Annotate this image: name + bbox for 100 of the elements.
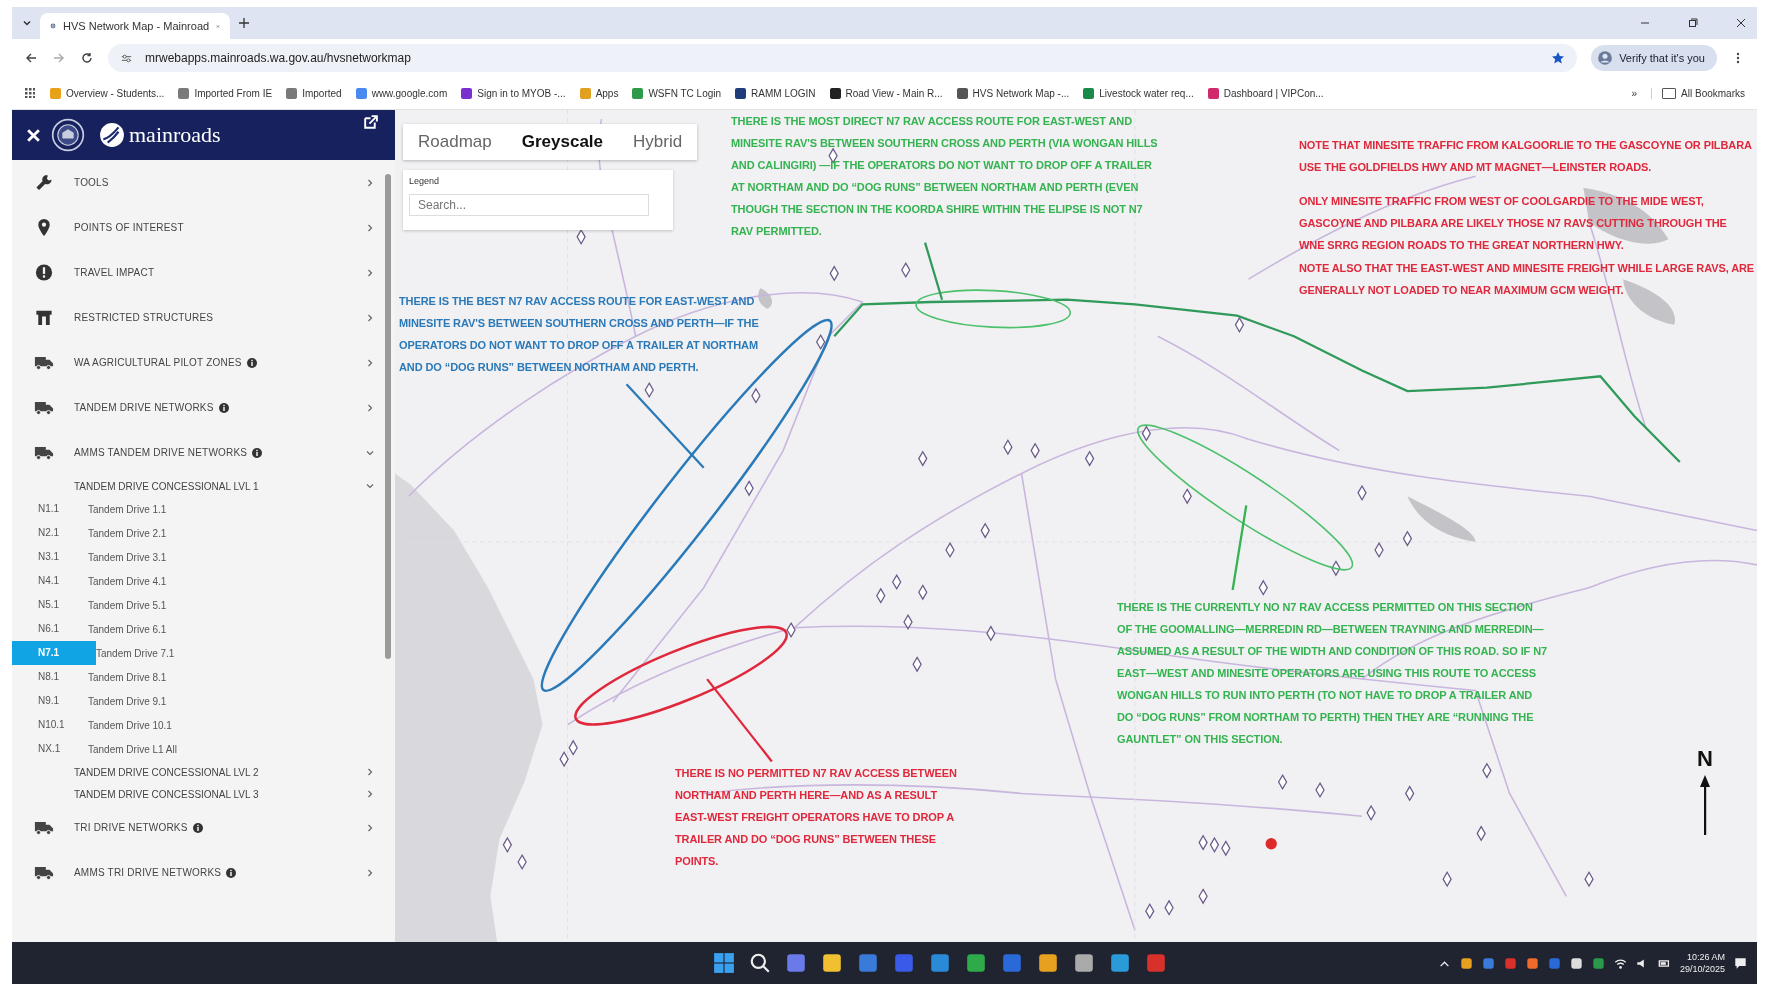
avatar-icon (1597, 50, 1614, 66)
menu-item[interactable]: WA AGRICULTURAL PILOT ZONES (12, 340, 381, 385)
external-link-icon[interactable] (362, 114, 379, 131)
layer-code[interactable]: N3.1 (12, 545, 72, 569)
bookmark-link[interactable]: Dashboard | VIPCon... (1207, 87, 1324, 99)
app-icon[interactable] (1109, 952, 1131, 974)
map-type-tab[interactable]: Hybrid (618, 124, 698, 160)
submenu-item[interactable]: TANDEM DRIVE CONCESSIONAL LVL 1 (12, 475, 381, 497)
alert-icon (34, 263, 54, 282)
caret-icon[interactable] (22, 18, 32, 28)
search-field[interactable]: Search... (409, 194, 649, 216)
info-icon[interactable] (252, 447, 263, 458)
submenu-item[interactable]: TANDEM DRIVE CONCESSIONAL LVL 3 (12, 783, 381, 805)
new-tab-icon[interactable] (238, 17, 250, 29)
tab-title: HVS Network Map - Mainroad (63, 20, 210, 32)
layer-name[interactable]: Tandem Drive 4.1 (88, 575, 167, 587)
logo-icon (99, 122, 125, 148)
bookmark-link[interactable]: Sign in to MYOB -... (461, 87, 566, 99)
annotation-text: NOTE ALSO THAT THE EAST-WEST AND MINESITE FREIGHT WHILE LARGE RAVS, ARE GENERALLY NOT LOADED TO NEAR MAXIMUM GCM WEIGHT. (1299, 261, 1755, 298)
bookmark-link[interactable]: HVS Network Map -... (956, 87, 1070, 99)
close-icon[interactable] (1735, 17, 1747, 29)
annotation-text: NOTE THAT MINESITE TRAFFIC FROM KALGOORLIE TO THE GASCOYNE OR PILBARA USE THE GOLDFIELDS HWY AND MT MAGNET—LEINSTER ROADS. (1299, 138, 1753, 175)
info-icon[interactable] (192, 822, 203, 833)
app-icon[interactable] (965, 952, 987, 974)
bookmark-link[interactable]: Apps (579, 87, 619, 99)
tray-icon[interactable] (1525, 956, 1539, 970)
bridge-structure-icon (34, 308, 54, 327)
layer-code[interactable]: N2.1 (12, 521, 72, 545)
annotation-text: THERE IS NO PERMITTED N7 RAV ACCESS BETWEEN NORTHAM AND PERTH HERE—AND AS A RESULT EAST-WEST FREIGHT OPERATORS HAVE TO DROP A TRAILER AND DO “DOG RUNS” BETWEEN THESE POINTS. (675, 766, 958, 869)
clock-date[interactable]: 29/10/2025 (1679, 963, 1725, 975)
layer-name[interactable]: Tandem Drive 1.1 (88, 503, 167, 515)
layer-name[interactable]: Tandem Drive 5.1 (88, 599, 167, 611)
menu-item[interactable]: POINTS OF INTEREST (12, 205, 381, 250)
start-icon[interactable] (713, 952, 735, 974)
info-icon[interactable] (218, 402, 229, 413)
legend-title: Legend (409, 176, 441, 186)
layer-code[interactable]: N9.1 (12, 689, 72, 713)
layer-code[interactable]: N5.1 (12, 593, 72, 617)
bookmark-link[interactable]: Imported From IE (178, 87, 273, 99)
bookmark-link[interactable]: Road View - Main R... (829, 87, 943, 99)
address-field[interactable]: mrwebapps.mainroads.wa.gov.au/hvsnetworkmap (108, 44, 1578, 72)
star-icon[interactable] (1551, 51, 1566, 65)
notification-icon[interactable] (1734, 956, 1747, 970)
annotation-text: THERE IS THE MOST DIRECT N7 RAV ACCESS ROUTE FOR EAST-WEST AND MINESITE RAV'S BETWEEN SOUTHERN CROSS AND PERTH (VIA WONGAN HILLS AND CALINGIRI) —IF THE OPERATORS DO NOT WANT TO DROP OFF A TRAILER AT NORTHAM AND DO “DOG RUNS” BETWEEN NORTHAM AND PERTH (EVEN THOUGH THE SECTION IN THE KOORDA SHIRE WITHIN THE ELIPSE IS NOT N7 RAV PERMITTED. (731, 114, 1159, 239)
restore-icon[interactable] (1687, 17, 1699, 29)
crest-icon (51, 118, 85, 152)
layer-name[interactable]: Tandem Drive L1 All (88, 743, 177, 755)
app-icon[interactable] (821, 952, 843, 974)
layer-code[interactable]: N4.1 (12, 569, 72, 593)
bookmark-link[interactable]: Livestock water req... (1083, 87, 1194, 99)
more-bookmarks-button[interactable]: » (1631, 87, 1638, 99)
reload-icon[interactable] (80, 51, 94, 65)
layer-code[interactable]: N1.1 (12, 497, 72, 521)
menu-item[interactable]: TOOLS (12, 160, 381, 205)
info-icon[interactable] (226, 867, 237, 878)
annotation-text: ONLY MINESITE TRAFFIC FROM WEST OF COOLGARDIE TO THE MIDE WEST, GASCOYNE AND PILBARA ARE LIKELY THOSE N7 RAVS CUTTING THROUGH THE WNE SRRG REGION ROADS TO THE GREAT NORTHERN HWY. (1299, 194, 1728, 253)
layer-name[interactable]: Tandem Drive 6.1 (88, 623, 167, 635)
layer-name[interactable]: Tandem Drive 10.1 (88, 719, 172, 731)
bookmark-link[interactable]: Imported (286, 87, 342, 99)
layer-code[interactable]: N8.1 (12, 665, 72, 689)
layer-code[interactable]: NX.1 (12, 737, 72, 761)
menu-item[interactable]: AMMS TANDEM DRIVE NETWORKS (12, 430, 381, 475)
wrench-icon (34, 173, 54, 192)
layer-name[interactable]: Tandem Drive 3.1 (88, 551, 167, 563)
map-type-tab[interactable]: Roadmap (403, 124, 507, 160)
bookmark-link[interactable]: www.google.com (355, 87, 448, 99)
search-icon[interactable] (749, 952, 771, 974)
annotation-text: THERE IS THE BEST N7 RAV ACCESS ROUTE FOR EAST-WEST AND MINESITE RAV'S BETWEEN SOUTHERN CROSS AND PERTH—IF THE OPERATORS DO NOT WANT TO DROP OFF A TRAILER AT NORTHAM AND DO “DOG RUNS” BETWEEN NORTHAM AND PERTH. (399, 294, 760, 375)
bookmark-link[interactable]: Overview - Students... (50, 87, 165, 99)
layer-name[interactable]: Tandem Drive 9.1 (88, 695, 167, 707)
app-icon[interactable] (1037, 952, 1059, 974)
scrollbar[interactable] (385, 174, 391, 659)
app-icon[interactable] (785, 952, 807, 974)
all-bookmarks-link[interactable]: All Bookmarks (1651, 87, 1745, 99)
app-icon[interactable] (857, 952, 879, 974)
tray-icon[interactable] (1459, 956, 1473, 970)
menu-item[interactable]: RESTRICTED STRUCTURES (12, 295, 381, 340)
bookmark-link[interactable]: RAMM LOGIN (735, 87, 816, 99)
browser-tab[interactable]: HVS Network Map - Mainroad (40, 13, 230, 39)
app-icon[interactable] (929, 952, 951, 974)
bookmark-link[interactable]: WSFN TC Login (632, 87, 722, 99)
menu-item[interactable]: TRI DRIVE NETWORKS (12, 805, 381, 850)
app-icon[interactable] (1073, 952, 1095, 974)
apps-grid-icon[interactable] (24, 87, 36, 99)
layer-code[interactable]: N10.1 (12, 713, 72, 737)
tray-icon[interactable] (1569, 956, 1583, 970)
profile-button[interactable]: Verify that it's you (1591, 45, 1717, 71)
menu-item[interactable]: TRAVEL IMPACT (12, 250, 381, 295)
layer-name[interactable]: Tandem Drive 7.1 (96, 647, 175, 659)
menu-item[interactable]: AMMS TRI DRIVE NETWORKS (12, 850, 381, 895)
submenu-item[interactable]: TANDEM DRIVE CONCESSIONAL LVL 2 (12, 761, 381, 783)
layer-name[interactable]: Tandem Drive 8.1 (88, 671, 167, 683)
info-icon[interactable] (246, 357, 257, 368)
back-icon[interactable] (24, 51, 38, 65)
clock-time[interactable]: 10:26 AM (1687, 951, 1725, 963)
menu-item[interactable]: TANDEM DRIVE NETWORKS (12, 385, 381, 430)
map-type-tab[interactable]: Greyscale (506, 124, 618, 160)
layer-name[interactable]: Tandem Drive 2.1 (88, 527, 167, 539)
layer-code[interactable]: N6.1 (12, 617, 72, 641)
url-text: mrwebapps.mainroads.wa.gov.au/hvsnetworkmap (145, 51, 411, 65)
